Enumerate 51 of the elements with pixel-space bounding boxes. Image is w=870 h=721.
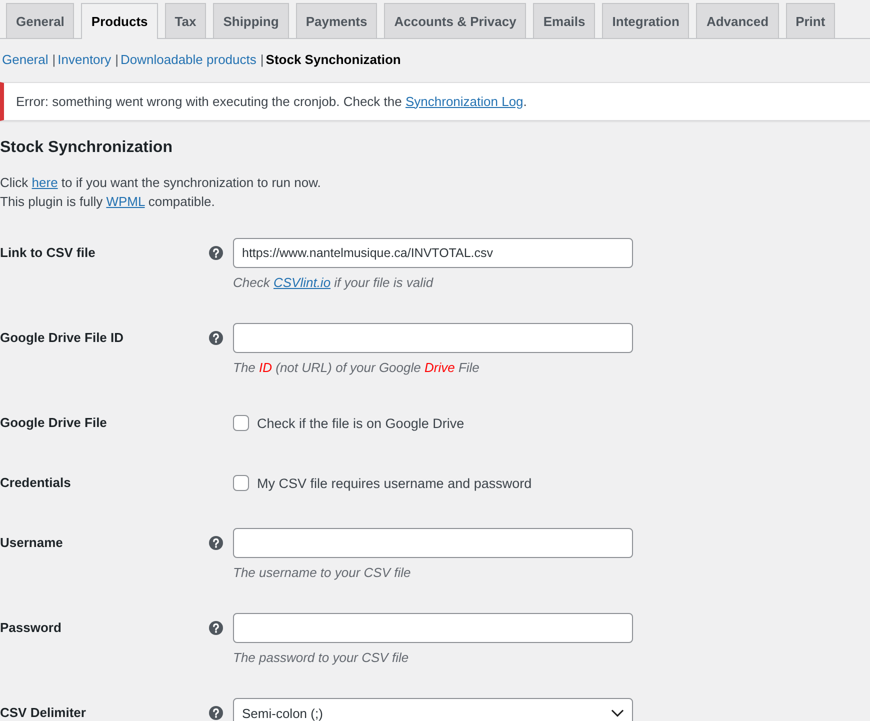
help-icon[interactable] [209,706,223,720]
field-label: Username [0,534,64,552]
section-title: Stock Synchronization [0,138,174,158]
help-icon[interactable] [209,246,223,260]
text-input[interactable] [233,613,633,643]
text-link[interactable]: CSVlint.io [273,275,331,290]
subnav-link[interactable]: Downloadable products [120,52,256,66]
select-dropdown[interactable]: Semi-colon (;) [233,698,633,721]
text-input[interactable] [233,323,633,353]
intro-text: This plugin is fully WPML compatible. [0,193,216,211]
field-label: Credentials [0,474,72,492]
separator: | [52,52,56,66]
subnav-link[interactable]: Stock Synchonization [266,52,401,66]
help-icon[interactable] [209,621,223,635]
chevron-icon [611,709,624,717]
notice-text: Error: something went wrong with executing the cronjob. Check the Synchronization Log. [16,92,527,111]
checkbox-label[interactable]: Check if the file is on Google Drive [257,416,464,430]
field-description: The username to your CSV file [233,564,412,582]
text-link[interactable]: WPML [106,194,145,209]
field-label: Google Drive File [0,414,108,432]
checkbox-label[interactable]: My CSV file requires username and password [257,476,532,490]
field-description: The password to your CSV file [233,649,410,667]
tab[interactable]: Payments [296,3,378,38]
tab[interactable]: Tax [164,3,206,38]
tab[interactable]: Products [81,3,158,39]
help-icon[interactable] [209,536,223,550]
field-description: Check CSVlint.io if your file is valid [233,274,434,292]
separator: | [260,52,264,66]
tab[interactable]: General [6,3,74,38]
tab[interactable]: Emails [533,3,596,38]
field-description: The ID (not URL) of your Google Drive File [233,359,480,377]
field-label: Google Drive File ID [0,329,125,347]
separator: | [115,52,119,66]
intro-text: Click here to if you want the synchronization to run now. [0,174,322,192]
text-link[interactable]: here [32,175,58,190]
subnav-link[interactable]: Inventory [58,52,112,66]
field-label: Password [0,619,62,637]
tab[interactable]: Shipping [213,3,289,38]
subnav-link[interactable]: General [2,52,48,66]
checkbox[interactable] [233,415,249,431]
help-icon[interactable] [209,331,223,345]
field-label: Link to CSV file [0,244,96,262]
text-input[interactable]: https://www.nantelmusique.ca/INVTOTAL.csv [233,238,633,268]
text-link[interactable]: Synchronization Log [405,94,524,108]
tab[interactable]: Advanced [696,3,779,38]
text-input[interactable] [233,528,633,558]
tab[interactable]: Accounts & Privacy [384,3,526,38]
checkbox[interactable] [233,475,249,491]
field-label: CSV Delimiter [0,704,87,721]
tab[interactable]: Integration [602,3,690,38]
tab[interactable]: Print [786,3,836,38]
